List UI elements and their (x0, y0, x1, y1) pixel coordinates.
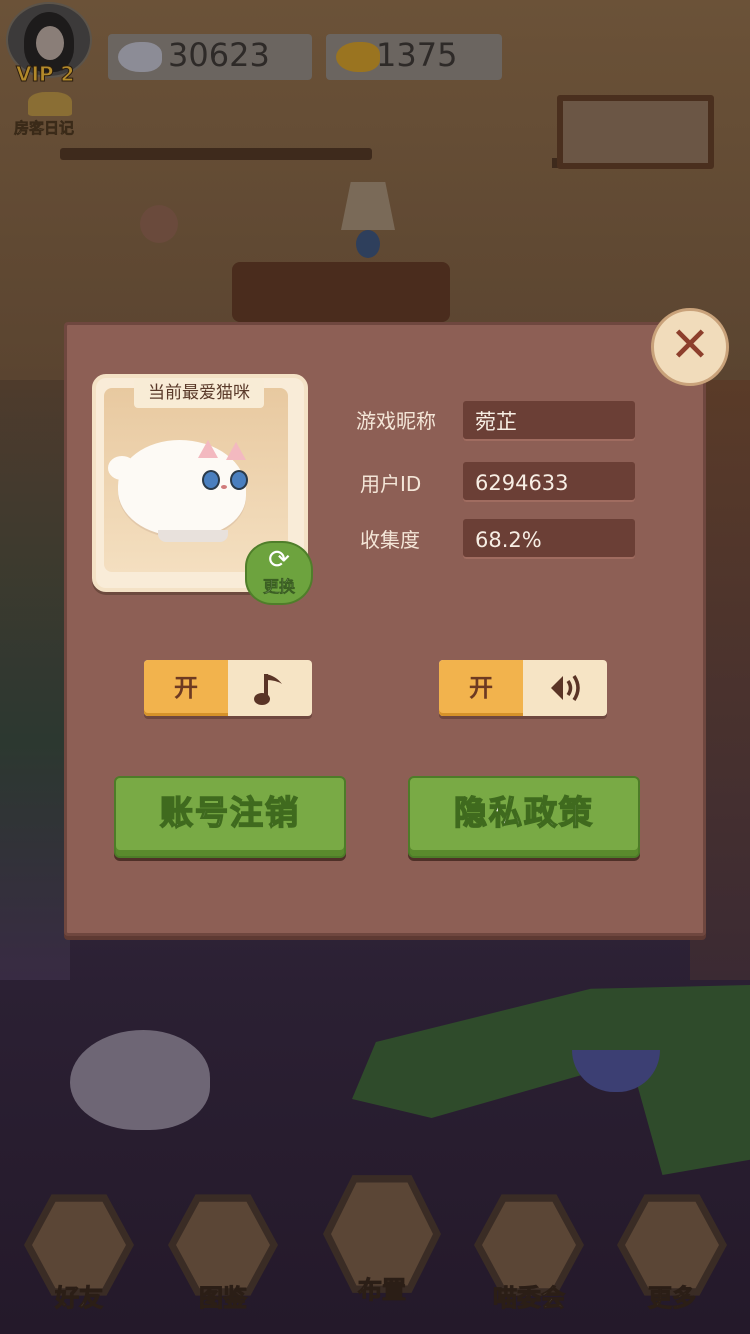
cat-ear-right (226, 442, 246, 460)
nav-album-label: 图鉴 (199, 1284, 248, 1313)
nav-cat-council-label: 喵委会 (493, 1284, 566, 1313)
guest-diary-label[interactable]: 房客日记 (14, 117, 75, 138)
music-toggle[interactable]: 开 (144, 660, 312, 716)
nav-cat-council[interactable]: 喵委会 (474, 1190, 584, 1313)
nav-more-label: 更多 (648, 1284, 697, 1313)
speaker-icon (523, 660, 607, 716)
privacy-policy-button[interactable]: 隐私政策 (408, 776, 640, 858)
nav-decorate-label: 布置 (358, 1276, 407, 1305)
gold-fish-value: 1375 (376, 36, 458, 74)
silver-fish-value: 30623 (168, 36, 270, 74)
user-id-label: 用户ID (360, 472, 422, 496)
wall-shelf (60, 148, 372, 160)
cat-legs (158, 530, 228, 542)
music-toggle-label: 开 (174, 674, 198, 702)
music-toggle-on[interactable]: 开 (144, 660, 228, 716)
user-id-value: 6294633 (475, 471, 569, 495)
change-cat-label: 更换 (262, 577, 296, 597)
close-icon: ✕ (669, 317, 711, 373)
cat-ear-left (198, 440, 218, 458)
guest-diary-icon[interactable] (28, 92, 72, 116)
close-button[interactable]: ✕ (651, 308, 729, 386)
vip-badge: VIP 2 (15, 62, 75, 87)
account-logout-button[interactable]: 账号注销 (114, 776, 346, 858)
cat-nose (221, 485, 227, 489)
nickname-label: 游戏昵称 (356, 409, 436, 433)
sound-toggle-label: 开 (469, 674, 493, 702)
privacy-policy-label: 隐私政策 (453, 792, 594, 833)
nav-friends[interactable]: 好友 (24, 1190, 134, 1313)
nickname-field: 菀芷 (463, 401, 635, 441)
account-logout-label: 账号注销 (159, 792, 300, 833)
collection-label: 收集度 (360, 528, 420, 552)
cat-eye-right (230, 470, 248, 490)
change-cat-button[interactable]: ⟳ 更换 (245, 541, 313, 605)
sound-toggle-on[interactable]: 开 (439, 660, 523, 716)
cat-picture-frame (557, 95, 714, 169)
background-cat (70, 1030, 210, 1130)
refresh-icon: ⟳ (268, 545, 290, 575)
silver-fish-counter: 30623 (108, 34, 312, 80)
gold-fish-counter: 1375 (326, 34, 502, 80)
nav-friends-label: 好友 (55, 1284, 104, 1313)
collection-value: 68.2% (475, 528, 542, 552)
nickname-value: 菀芷 (475, 410, 517, 434)
favorite-cat-title: 当前最爱猫咪 (134, 378, 264, 408)
nav-more[interactable]: 更多 (617, 1190, 727, 1313)
cat-eye-left (202, 470, 220, 490)
nav-decorate[interactable]: 布置 (323, 1170, 441, 1310)
side-decor-left (0, 380, 70, 980)
dresser (232, 262, 450, 322)
music-note-icon (228, 660, 312, 716)
user-id-field: 6294633 (463, 462, 635, 502)
lamp-base (356, 230, 380, 258)
yarn-ball-icon (140, 205, 178, 243)
silver-fish-icon (118, 42, 162, 72)
sound-toggle[interactable]: 开 (439, 660, 607, 716)
gold-fish-icon (336, 42, 380, 72)
collection-field: 68.2% (463, 519, 635, 559)
nav-album[interactable]: 图鉴 (168, 1190, 278, 1313)
